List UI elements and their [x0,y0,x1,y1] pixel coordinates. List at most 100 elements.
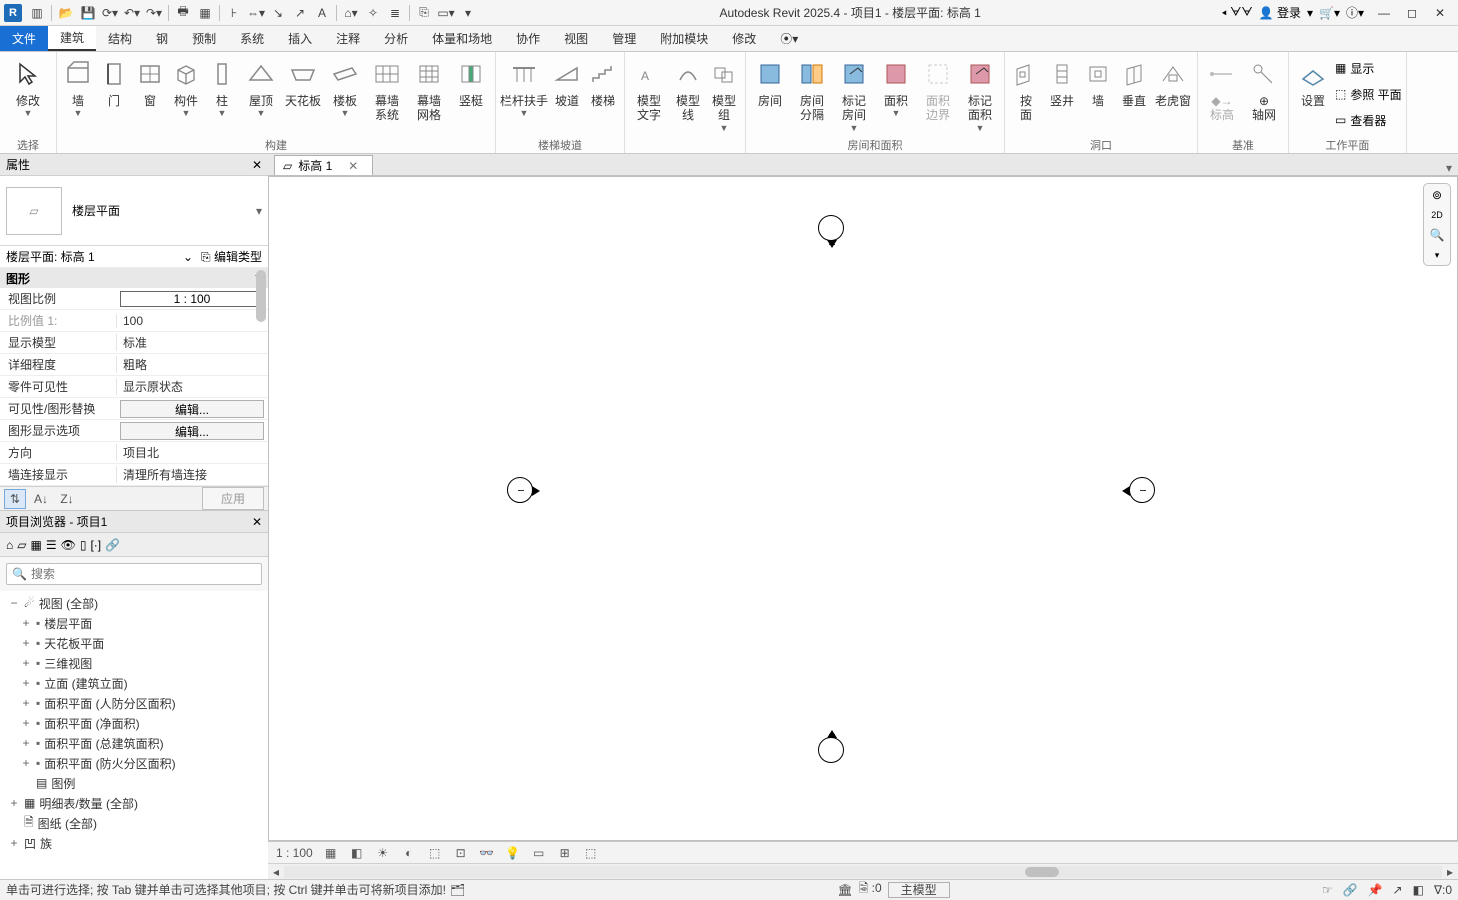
qat-undo-icon[interactable]: ↶▾ [121,2,143,24]
tab-architecture[interactable]: 建筑 [48,26,96,51]
status-face-icon[interactable]: ◧ [1413,883,1424,897]
qat-redo-icon[interactable]: ↷▾ [143,2,165,24]
stair-button[interactable]: 楼梯 [586,54,620,134]
ceiling-button[interactable]: 天花板 [283,54,323,134]
login-button[interactable]: 👤 登录 [1259,4,1301,21]
vc-detail-icon[interactable]: ▦ [323,845,339,861]
qat-save-icon[interactable]: 💾 [77,2,99,24]
qat-print-icon[interactable]: 🖶 [172,2,194,24]
apply-button[interactable]: 应用 [202,487,264,510]
prop-detail-level[interactable]: 详细程度粗略 [0,354,268,376]
tab-insert[interactable]: 插入 [276,26,324,51]
vc-sun-icon[interactable]: ☀ [375,845,391,861]
wall-button[interactable]: 墙▼ [61,54,95,134]
roof-button[interactable]: 屋顶▼ [241,54,281,134]
status-filter-icon[interactable]: ∇:0 [1434,883,1452,897]
mullion-button[interactable]: 竖梃 [451,54,491,134]
tab-addins[interactable]: 附加模块 [648,26,720,51]
props-filter1-icon[interactable]: ⇅ [4,489,26,509]
tree-item[interactable]: +▪面积平面 (防火分区面积) [0,753,268,773]
vc-shadow-icon[interactable]: ◐ [401,845,417,861]
qat-dimension-icon[interactable]: ↘ [267,2,289,24]
tab-structure[interactable]: 结构 [96,26,144,51]
tab-steel[interactable]: 钢 [144,26,180,51]
minimize-button[interactable]: — [1376,5,1392,21]
open-wall-button[interactable]: 墙 [1081,54,1115,134]
model-line-button[interactable]: 模型 线 [671,54,705,134]
status-pin-icon[interactable]: 📌 [1368,883,1383,897]
qat-thin-icon[interactable]: ≣ [384,2,406,24]
tree-item[interactable]: +▪面积平面 (总建筑面积) [0,733,268,753]
curtain-grid-button[interactable]: 幕墙 网格 [409,54,449,134]
login-chev-icon[interactable]: ▾ [1307,6,1313,20]
vc-hide-icon[interactable]: 👓 [479,845,495,861]
wp-set-button[interactable]: 设置 [1293,54,1333,134]
prop-parts-vis[interactable]: 零件可见性显示原状态 [0,376,268,398]
tree-item[interactable]: +▪三维视图 [0,653,268,673]
view-tab-close-icon[interactable]: ✕ [348,159,358,173]
browser-eye-icon[interactable]: 👁 [61,538,76,552]
prop-orientation[interactable]: 方向项目北 [0,442,268,464]
tree-schedules[interactable]: +▦明细表/数量 (全部) [0,793,268,813]
prop-wall-join[interactable]: 墙连接显示清理所有墙连接 [0,464,268,486]
props-filter3-icon[interactable]: Z↓ [56,489,78,509]
status-model-icon[interactable]: 🏛 [837,883,852,897]
qat-measure-icon[interactable]: ⊦ [223,2,245,24]
tag-area-button[interactable]: 标记 面积▼ [960,54,1000,134]
tab-view[interactable]: 视图 [552,26,600,51]
status-drag-icon[interactable]: ↗ [1393,883,1403,897]
browser-list-icon[interactable]: ☰ [46,538,57,552]
qat-swatch-icon[interactable]: ▦ [194,2,216,24]
qat-tag-icon[interactable]: ↗ [289,2,311,24]
ramp-button[interactable]: 坡道 [550,54,584,134]
nav-2d-icon[interactable]: 2D [1431,210,1443,220]
tab-annotate[interactable]: 注释 [324,26,372,51]
nav-zoom-icon[interactable]: 🔍 [1430,228,1445,242]
tab-manage[interactable]: 管理 [600,26,648,51]
drawing-canvas[interactable]: ⊚ 2D 🔍 ▾ [268,176,1458,841]
tab-precast[interactable]: 预制 [180,26,228,51]
model-text-button[interactable]: A模型 文字 [629,54,669,134]
wp-ref-button[interactable]: ⬚参照 平面 [1335,82,1402,106]
hscroll-thumb[interactable] [1025,867,1059,877]
tree-legend[interactable]: ▤图例 [0,773,268,793]
browser-sheet-icon[interactable]: ▱ [17,538,26,552]
wp-viewer-button[interactable]: ▭查看器 [1335,108,1402,132]
type-selector[interactable]: ▱ 楼层平面 ▾ [0,176,268,246]
dormer-button[interactable]: 老虎窗 [1153,54,1193,134]
prop-display-model[interactable]: 显示模型标准 [0,332,268,354]
prop-view-scale[interactable]: 视图比例1 : 100 [0,288,268,310]
tab-analyze[interactable]: 分析 [372,26,420,51]
elevation-marker-n[interactable] [818,215,844,241]
elevation-marker-e[interactable] [1129,477,1155,503]
elevation-marker-w[interactable] [507,477,533,503]
panel-close-icon[interactable]: ✕ [252,158,262,172]
model-group-button[interactable]: 模型 组▼ [707,54,741,134]
vc-temp-icon[interactable]: ▭ [531,845,547,861]
nav-full-icon[interactable]: ⊚ [1432,188,1442,202]
vc-scale[interactable]: 1 : 100 [276,846,313,860]
vc-constraints-icon[interactable]: ⬚ [583,845,599,861]
tab-file[interactable]: 文件 [0,26,48,51]
wp-show-button[interactable]: ▦显示 [1335,56,1402,80]
view-tabs-menu-icon[interactable]: ▾ [1440,161,1458,175]
grid-button[interactable]: ⊕ 轴网 [1244,54,1284,134]
tree-item[interactable]: +▪天花板平面 [0,633,268,653]
close-button[interactable]: ✕ [1432,5,1448,21]
tab-systems[interactable]: 系统 [228,26,276,51]
qat-window-icon[interactable]: ▭▾ [435,2,457,24]
prop-gdo[interactable]: 图形显示选项编辑... [0,420,268,442]
room-button[interactable]: 房间 [750,54,790,134]
tab-collab[interactable]: 协作 [504,26,552,51]
cart-icon[interactable]: 🛒▾ [1319,6,1340,20]
vc-style-icon[interactable]: ◧ [349,845,365,861]
vc-cropvis-icon[interactable]: ⊡ [453,845,469,861]
status-workset-icon[interactable]: 🗂 [450,883,465,897]
hscroll-left-icon[interactable]: ◂ [268,865,284,879]
props-filter2-icon[interactable]: A↓ [30,489,52,509]
qat-home-icon[interactable]: ⌂▾ [340,2,362,24]
props-scrollbar[interactable] [256,270,266,322]
qat-page-icon[interactable]: ▥ [26,2,48,24]
canvas-hscroll[interactable]: ◂ ▸ [268,863,1458,879]
keytips-icon[interactable]: ◂ ᗄᗄ [1221,5,1252,20]
